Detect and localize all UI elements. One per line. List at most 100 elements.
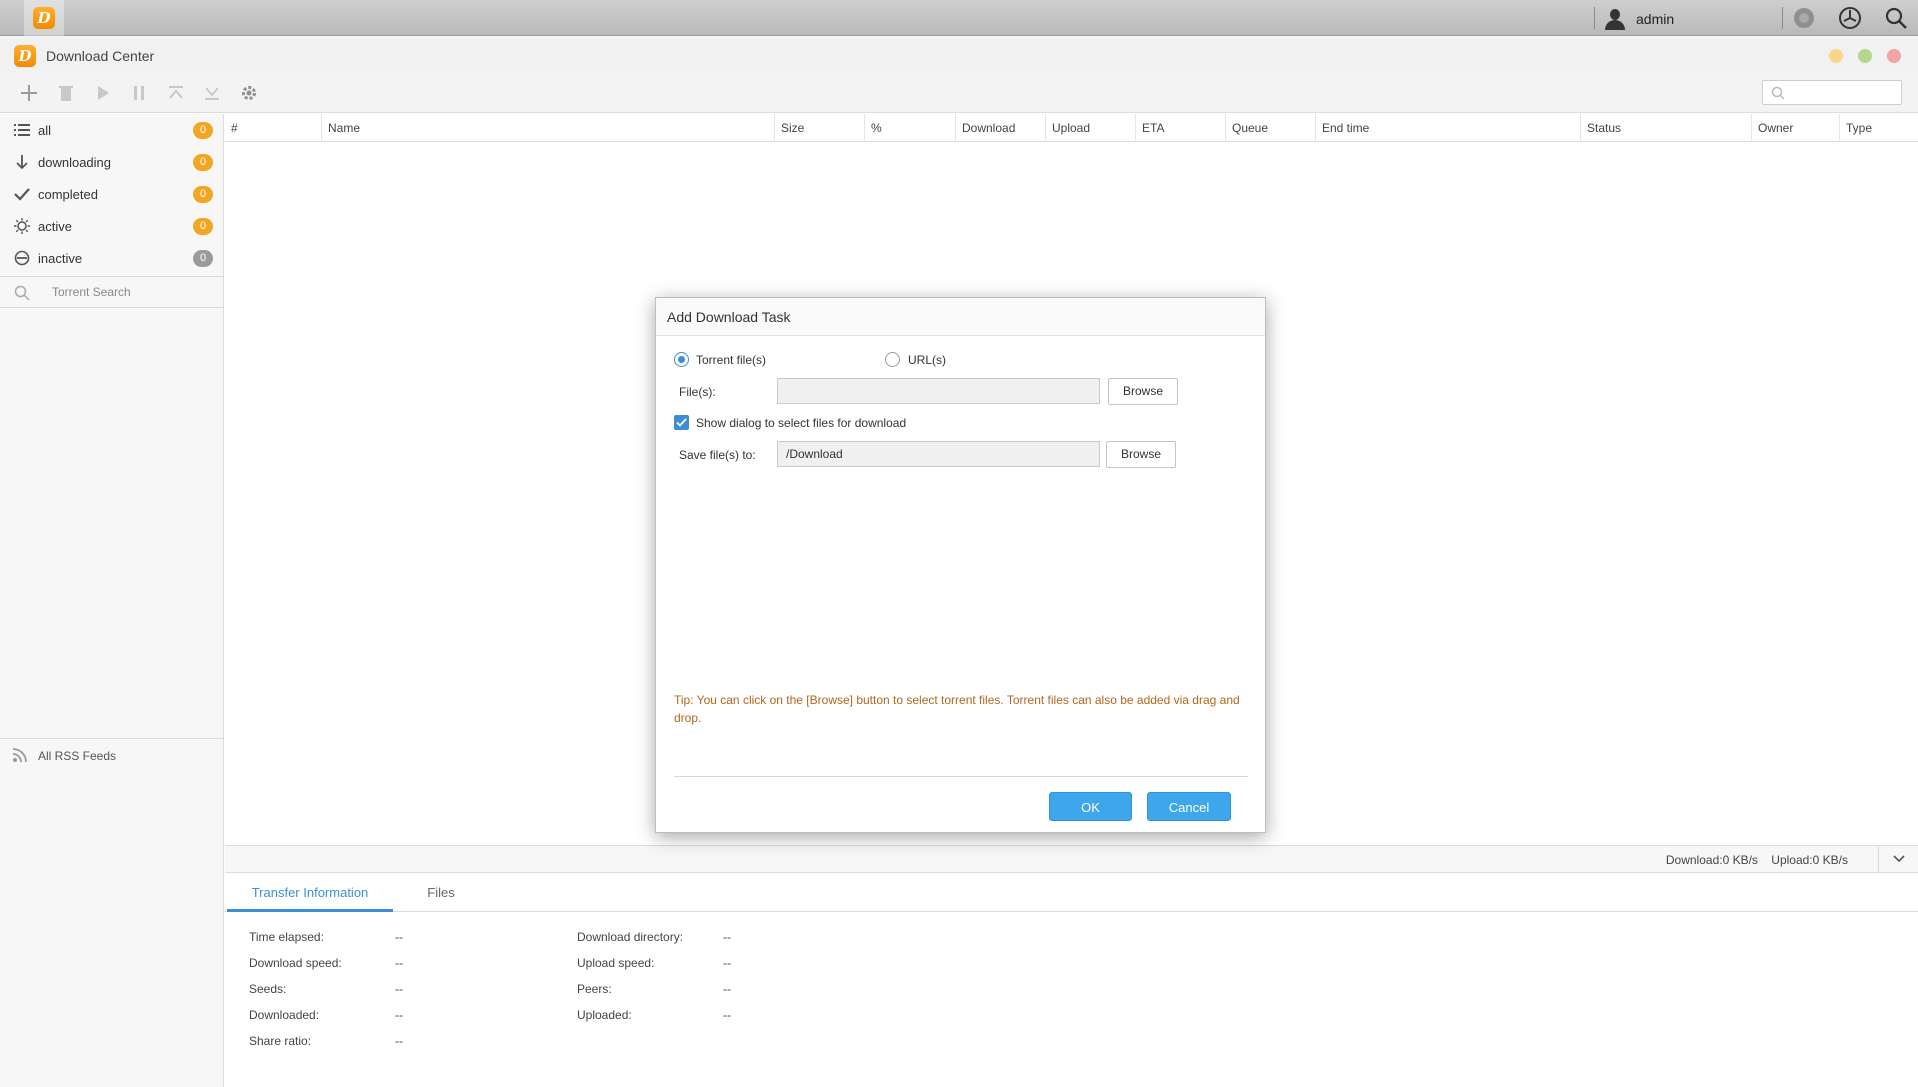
status-bar: Download:0 KB/s Upload:0 KB/s bbox=[225, 845, 1918, 873]
search-icon[interactable] bbox=[1884, 6, 1908, 30]
sidebar-item-label: all bbox=[38, 122, 52, 138]
transfer-speeds: Download:0 KB/s Upload:0 KB/s bbox=[1666, 853, 1848, 867]
info-label: Seeds: bbox=[249, 982, 287, 996]
sidebar-item-downloading[interactable]: downloading 0 bbox=[0, 146, 223, 178]
tab-transfer-information[interactable]: Transfer Information bbox=[227, 874, 393, 912]
details-panel: Transfer Information Files Time elapsed:… bbox=[225, 874, 1918, 1087]
collapse-panel-button[interactable] bbox=[1878, 846, 1918, 872]
column-header-number[interactable]: # bbox=[225, 114, 321, 142]
sidebar-item-active[interactable]: active 0 bbox=[0, 210, 223, 242]
save-to-label: Save file(s) to: bbox=[679, 448, 756, 462]
play-icon[interactable] bbox=[91, 81, 115, 105]
cancel-button[interactable]: Cancel bbox=[1147, 792, 1231, 821]
widgets-icon[interactable] bbox=[1838, 6, 1862, 30]
maximize-button[interactable] bbox=[1858, 49, 1872, 63]
user-icon bbox=[1604, 8, 1626, 30]
info-value: -- bbox=[395, 1034, 403, 1048]
info-value: -- bbox=[395, 956, 403, 970]
search-input[interactable] bbox=[1762, 80, 1902, 105]
search-icon bbox=[14, 285, 30, 301]
torrent-file-radio[interactable] bbox=[674, 352, 689, 367]
taskbar-separator bbox=[1594, 7, 1595, 29]
taskbar: D admin bbox=[0, 0, 1918, 36]
details-tabs: Transfer Information Files bbox=[225, 874, 1918, 912]
sidebar-item-label: completed bbox=[38, 186, 98, 202]
info-label: Time elapsed: bbox=[249, 930, 324, 944]
sidebar-item-completed[interactable]: completed 0 bbox=[0, 178, 223, 210]
column-header-size[interactable]: Size bbox=[774, 114, 864, 142]
info-label: Upload speed: bbox=[577, 956, 655, 970]
window-title: Download Center bbox=[46, 47, 155, 64]
minus-circle-icon bbox=[14, 250, 30, 266]
column-header-eta[interactable]: ETA bbox=[1135, 114, 1225, 142]
search-icon bbox=[1771, 86, 1785, 100]
pause-icon[interactable] bbox=[127, 81, 151, 105]
ok-button[interactable]: OK bbox=[1049, 792, 1132, 821]
sidebar-torrent-search[interactable]: Torrent Search bbox=[0, 276, 223, 308]
info-value: -- bbox=[723, 930, 731, 944]
info-value: -- bbox=[723, 1008, 731, 1022]
column-header-owner[interactable]: Owner bbox=[1751, 114, 1839, 142]
sun-icon bbox=[14, 218, 30, 234]
user-name: admin bbox=[1636, 11, 1675, 27]
download-center-logo-icon: D bbox=[33, 7, 55, 29]
tab-files[interactable]: Files bbox=[393, 874, 489, 912]
column-header-download[interactable]: Download bbox=[955, 114, 1045, 142]
show-dialog-label: Show dialog to select files for download bbox=[696, 416, 907, 430]
taskbar-app-download-center[interactable]: D bbox=[24, 0, 64, 36]
count-badge: 0 bbox=[193, 186, 213, 203]
column-header-status[interactable]: Status bbox=[1580, 114, 1751, 142]
sidebar-item-all[interactable]: all 0 bbox=[0, 114, 223, 146]
checkmark-icon bbox=[676, 418, 687, 427]
browse-files-button[interactable]: Browse bbox=[1108, 378, 1178, 405]
close-button[interactable] bbox=[1887, 49, 1901, 63]
column-header-upload[interactable]: Upload bbox=[1045, 114, 1135, 142]
info-label: Peers: bbox=[577, 982, 612, 996]
tip-text: Tip: You can click on the [Browse] butto… bbox=[674, 693, 1240, 725]
column-header-queue[interactable]: Queue bbox=[1225, 114, 1315, 142]
check-icon bbox=[14, 186, 30, 202]
info-label: Download directory: bbox=[577, 930, 684, 944]
count-badge: 0 bbox=[193, 218, 213, 235]
browse-save-button[interactable]: Browse bbox=[1106, 441, 1176, 468]
notification-icon[interactable] bbox=[1792, 6, 1816, 30]
url-radio[interactable] bbox=[885, 352, 900, 367]
info-label: Download speed: bbox=[249, 956, 342, 970]
minimize-button[interactable] bbox=[1829, 49, 1843, 63]
list-icon bbox=[14, 122, 30, 138]
table-header: # Name Size % Download Upload ETA Queue … bbox=[225, 114, 1918, 142]
move-bottom-icon[interactable] bbox=[200, 81, 224, 105]
torrent-search-label: Torrent Search bbox=[52, 285, 131, 299]
dialog-title: Add Download Task bbox=[656, 298, 1265, 336]
dialog-divider bbox=[674, 776, 1248, 777]
info-label: Downloaded: bbox=[249, 1008, 320, 1022]
column-header-name[interactable]: Name bbox=[321, 114, 776, 142]
files-field[interactable] bbox=[777, 378, 1100, 404]
info-value: -- bbox=[723, 982, 731, 996]
add-icon[interactable] bbox=[17, 81, 41, 105]
window-titlebar: D Download Center bbox=[0, 38, 1918, 73]
sidebar-item-inactive[interactable]: inactive 0 bbox=[0, 242, 223, 274]
chevron-down-icon bbox=[1892, 855, 1905, 863]
delete-icon[interactable] bbox=[54, 81, 78, 105]
info-value: -- bbox=[395, 1008, 403, 1022]
url-radio-label: URL(s) bbox=[908, 353, 946, 367]
settings-icon[interactable] bbox=[237, 81, 261, 105]
column-header-type[interactable]: Type bbox=[1839, 114, 1918, 142]
sidebar-item-rss-feeds[interactable]: All RSS Feeds bbox=[0, 738, 223, 772]
column-header-end-time[interactable]: End time bbox=[1315, 114, 1580, 142]
app-logo-icon: D bbox=[14, 44, 36, 67]
count-badge: 0 bbox=[193, 122, 213, 139]
arrow-down-icon bbox=[14, 154, 30, 170]
show-dialog-checkbox[interactable] bbox=[674, 415, 689, 430]
info-value: -- bbox=[395, 982, 403, 996]
info-value: -- bbox=[723, 956, 731, 970]
column-header-percent[interactable]: % bbox=[864, 114, 955, 142]
add-download-task-dialog: Add Download Task Torrent file(s) URL(s)… bbox=[655, 297, 1266, 833]
save-path-field[interactable]: /Download bbox=[777, 441, 1100, 467]
download-speed-status: Download:0 KB/s bbox=[1665, 853, 1758, 867]
count-badge: 0 bbox=[193, 154, 213, 171]
sidebar-item-label: inactive bbox=[38, 250, 83, 266]
user-menu[interactable]: admin bbox=[1604, 8, 1674, 30]
move-top-icon[interactable] bbox=[164, 81, 188, 105]
